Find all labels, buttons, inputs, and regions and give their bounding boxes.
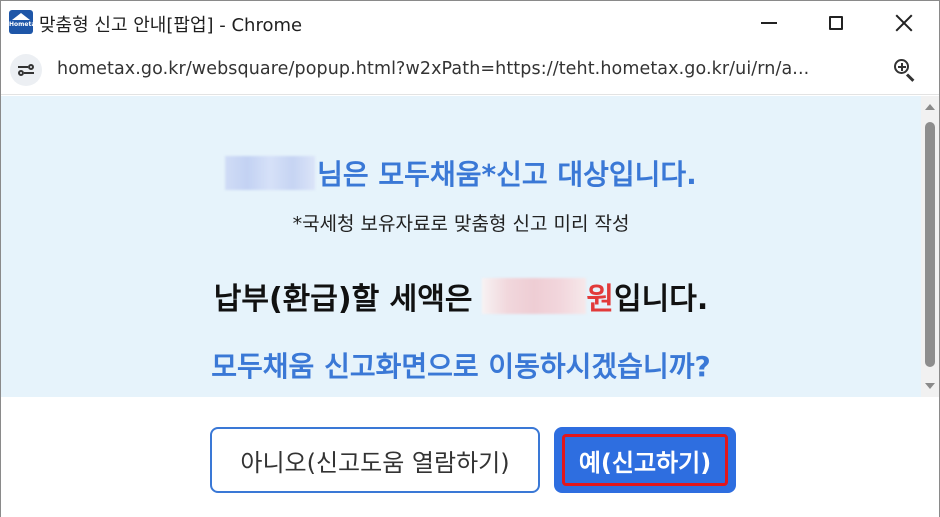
tax-suffix-text: 입니다. (614, 282, 709, 317)
yes-file-report-button[interactable]: 예(신고하기) (554, 427, 736, 493)
close-icon (895, 14, 913, 32)
window-title: 맞춤형 신고 안내[팝업] - Chrome (39, 15, 303, 36)
scroll-up-arrow-icon[interactable] (925, 104, 935, 110)
vertical-scrollbar[interactable] (921, 96, 939, 397)
redacted-amount (482, 278, 587, 314)
site-info-button[interactable] (10, 54, 42, 86)
yes-button-label: 예(신고하기) (562, 434, 728, 486)
question-text: 모두채움 신고화면으로 이동하시겠습니까? (211, 350, 711, 383)
notice-content: 님은 모두채움*신고 대상입니다. *국세청 보유자료로 맞춤형 신고 미리 작… (1, 96, 921, 397)
tax-amount-line: 납부(환급)할 세액은 원입니다. (1, 274, 921, 318)
button-bar: 아니오(신고도움 열람하기) 예(신고하기) (1, 397, 939, 517)
scroll-down-arrow-icon[interactable] (925, 383, 935, 389)
scroll-thumb[interactable] (925, 122, 935, 367)
close-button[interactable] (869, 1, 939, 45)
no-view-help-button[interactable]: 아니오(신고도움 열람하기) (210, 427, 540, 493)
maximize-icon (829, 16, 843, 30)
footnote-text: *국세청 보유자료로 맞춤형 신고 미리 작성 (292, 213, 630, 235)
address-bar: hometax.go.kr/websquare/popup.html?w2xPa… (1, 45, 939, 95)
headline-text: 님은 모두채움*신고 대상입니다. (317, 158, 697, 191)
currency-unit: 원 (586, 282, 615, 317)
tune-icon (18, 64, 34, 76)
tax-prefix-text: 납부(환급)할 세액은 (213, 282, 473, 317)
zoom-icon[interactable] (893, 58, 917, 82)
maximize-button[interactable] (801, 1, 871, 45)
url-field[interactable]: hometax.go.kr/websquare/popup.html?w2xPa… (57, 59, 809, 79)
headline: 님은 모두채움*신고 대상입니다. (1, 153, 921, 193)
minimize-button[interactable] (734, 1, 804, 45)
redacted-name (225, 156, 316, 190)
hometax-logo-icon: Hometax (9, 10, 33, 34)
popup-window: Hometax 맞춤형 신고 안내[팝업] - Chrome hometax.g… (0, 0, 940, 517)
minimize-icon (761, 22, 777, 24)
title-bar: Hometax 맞춤형 신고 안내[팝업] - Chrome (1, 1, 939, 45)
